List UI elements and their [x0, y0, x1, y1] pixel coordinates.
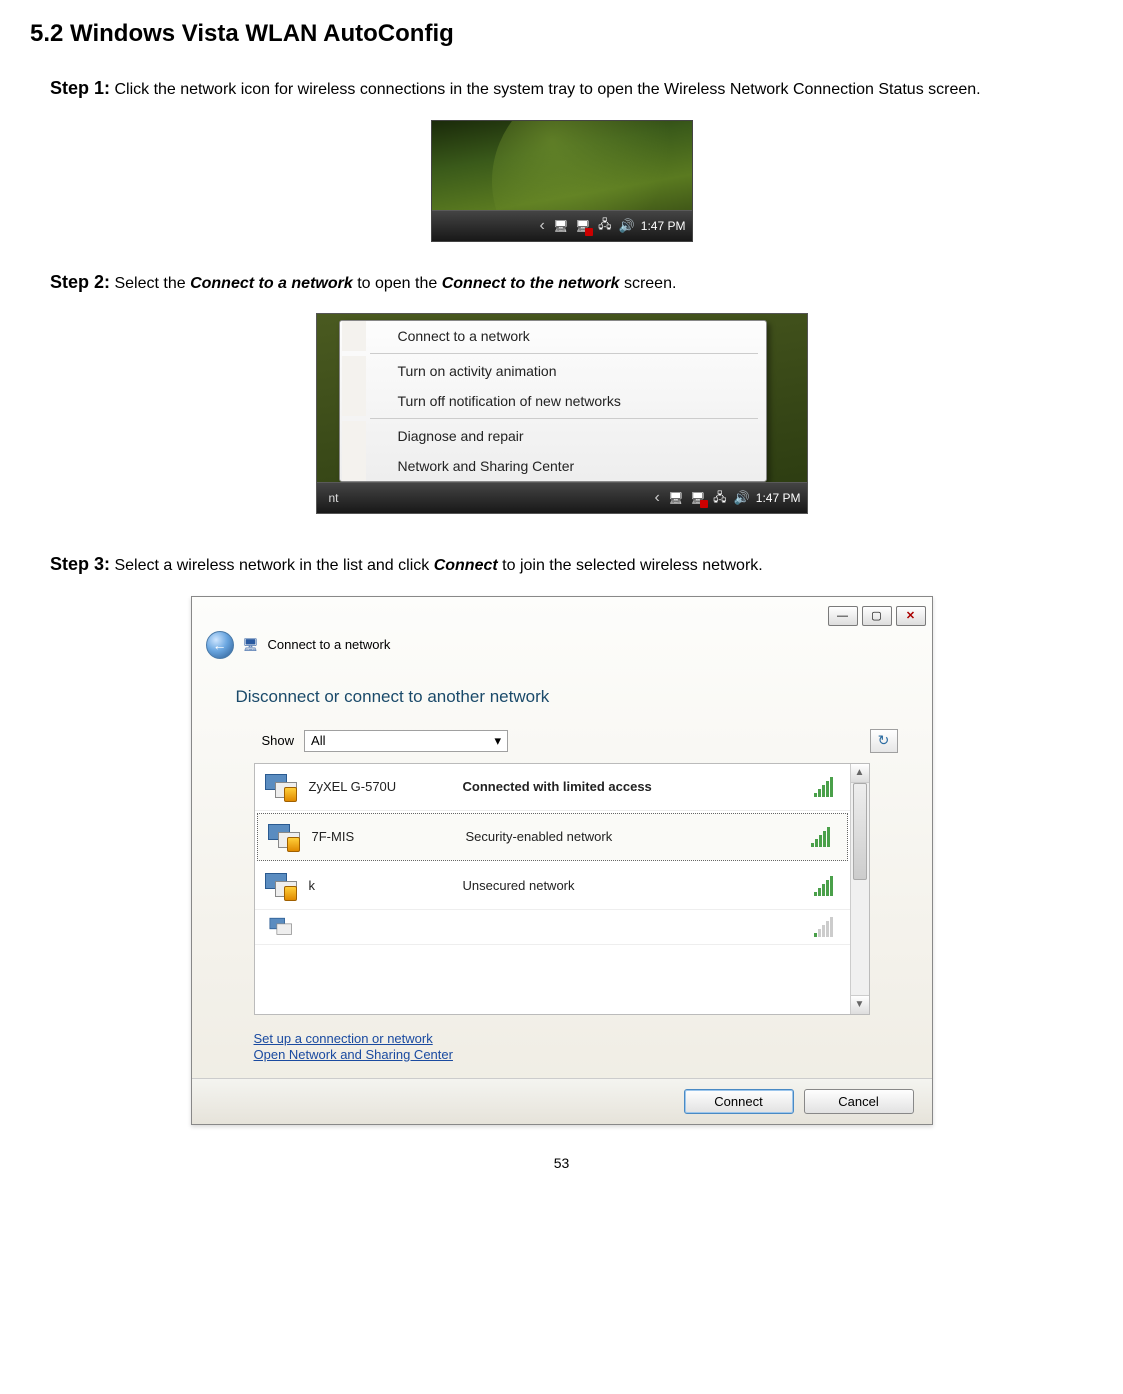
network-row-1[interactable]: ZyXEL G-570U Connected with limited acce… — [255, 764, 850, 811]
signal-strength-icon — [811, 827, 837, 847]
clock-time: 1:47 PM — [756, 491, 801, 505]
maximize-button[interactable]: ▢ — [862, 606, 892, 626]
network-row-2-selected[interactable]: 7F-MIS Security-enabled network — [257, 813, 848, 861]
signal-strength-icon — [814, 876, 840, 896]
menu-diagnose-repair[interactable]: Diagnose and repair — [342, 421, 766, 451]
network-icon[interactable]: 🖥 — [553, 218, 569, 234]
network-status: Security-enabled network — [466, 829, 797, 844]
network-adapter-icon — [265, 873, 295, 899]
step3-text: Step 3: Select a wireless network in the… — [50, 549, 1093, 580]
signal-strength-icon — [814, 917, 840, 937]
window-controls: — ▢ ✕ — [192, 597, 932, 631]
minimize-button[interactable]: — — [828, 606, 858, 626]
connect-button[interactable]: Connect — [684, 1089, 794, 1114]
network-globe-icon: 🖥 — [242, 636, 260, 654]
network-status: Unsecured network — [463, 878, 800, 893]
network-context-menu: Connect to a network Turn on activity an… — [339, 320, 767, 482]
link-open-sharing-center[interactable]: Open Network and Sharing Center — [254, 1047, 914, 1062]
volume-icon[interactable]: 🔊 — [619, 218, 635, 234]
menu-separator — [370, 353, 758, 354]
dialog-body: Disconnect or connect to another network… — [192, 687, 932, 1078]
show-filter-row: Show All ▾ ↻ — [262, 729, 914, 753]
refresh-button[interactable]: ↻ — [870, 729, 898, 753]
network-adapter-icon — [265, 774, 295, 800]
scroll-thumb[interactable] — [853, 783, 867, 880]
step1: Step 1: Click the network icon for wirel… — [50, 73, 1093, 104]
step1-text: Step 1: Click the network icon for wirel… — [50, 73, 1093, 104]
taskbar: nt ‹ 🖥 🖥 🖧 🔊 1:47 PM — [317, 482, 807, 513]
step2-text: Step 2: Select the Connect to a network … — [50, 267, 1093, 298]
show-dropdown[interactable]: All ▾ — [304, 730, 508, 752]
dialog-links: Set up a connection or network Open Netw… — [254, 1031, 914, 1062]
network-name: 7F-MIS — [312, 829, 452, 844]
network-icon-2[interactable]: 🖧 — [597, 218, 613, 234]
network-name: k — [309, 878, 449, 893]
network-adapter-icon — [269, 918, 290, 936]
tray-expand-icon[interactable]: ‹ — [654, 489, 659, 507]
taskbar: ‹ 🖥 🖥 🖧 🔊 1:47 PM — [432, 210, 692, 241]
step2: Step 2: Select the Connect to a network … — [50, 267, 1093, 298]
network-icon-2[interactable]: 🖧 — [712, 490, 728, 506]
scroll-down-icon[interactable]: ▼ — [851, 995, 869, 1014]
volume-icon[interactable]: 🔊 — [734, 490, 750, 506]
clock-time: 1:47 PM — [641, 219, 686, 233]
network-list: ZyXEL G-570U Connected with limited acce… — [254, 763, 870, 1015]
scroll-up-icon[interactable]: ▲ — [851, 764, 869, 783]
network-row-3[interactable]: k Unsecured network — [255, 863, 850, 910]
menu-network-sharing-center[interactable]: Network and Sharing Center — [342, 451, 766, 481]
page-number: 53 — [30, 1155, 1093, 1171]
dialog-title: Disconnect or connect to another network — [236, 687, 914, 707]
menu-turn-off-notification[interactable]: Turn off notification of new networks — [342, 386, 766, 416]
step3: Step 3: Select a wireless network in the… — [50, 549, 1093, 580]
wireless-network-icon[interactable]: 🖥 — [690, 490, 706, 506]
figure-systray: ‹ 🖥 🖥 🖧 🔊 1:47 PM — [431, 120, 693, 242]
link-setup-connection[interactable]: Set up a connection or network — [254, 1031, 914, 1046]
close-button[interactable]: ✕ — [896, 606, 926, 626]
taskbar-left-fragment: nt — [323, 491, 339, 505]
signal-strength-icon — [814, 777, 840, 797]
figure-context-menu: Connect to a network Turn on activity an… — [316, 313, 808, 514]
network-name: ZyXEL G-570U — [309, 779, 449, 794]
breadcrumb: ← 🖥 Connect to a network — [192, 631, 932, 669]
section-heading: 5.2 Windows Vista WLAN AutoConfig — [30, 20, 1093, 48]
network-adapter-icon — [268, 824, 298, 850]
step3-label: Step 3: — [50, 554, 110, 574]
scrollbar[interactable]: ▲ ▼ — [850, 764, 869, 1014]
network-status: Connected with limited access — [463, 779, 800, 794]
tray-expand-icon[interactable]: ‹ — [539, 217, 544, 235]
back-button[interactable]: ← — [206, 631, 234, 659]
dialog-button-bar: Connect Cancel — [192, 1078, 932, 1124]
scroll-track[interactable] — [851, 783, 869, 995]
menu-connect-to-network[interactable]: Connect to a network — [342, 321, 766, 351]
show-dropdown-value: All — [311, 733, 325, 748]
breadcrumb-title: Connect to a network — [268, 637, 391, 652]
menu-separator — [370, 418, 758, 419]
show-label: Show — [262, 733, 295, 748]
cancel-button[interactable]: Cancel — [804, 1089, 914, 1114]
network-row-4-partial[interactable] — [255, 910, 850, 945]
menu-activity-animation[interactable]: Turn on activity animation — [342, 356, 766, 386]
figure-connect-dialog: — ▢ ✕ ← 🖥 Connect to a network Disconnec… — [191, 596, 933, 1125]
step2-label: Step 2: — [50, 272, 110, 292]
wireless-network-icon[interactable]: 🖥 — [575, 218, 591, 234]
network-icon[interactable]: 🖥 — [668, 490, 684, 506]
step1-label: Step 1: — [50, 78, 110, 98]
chevron-down-icon: ▾ — [495, 733, 502, 749]
